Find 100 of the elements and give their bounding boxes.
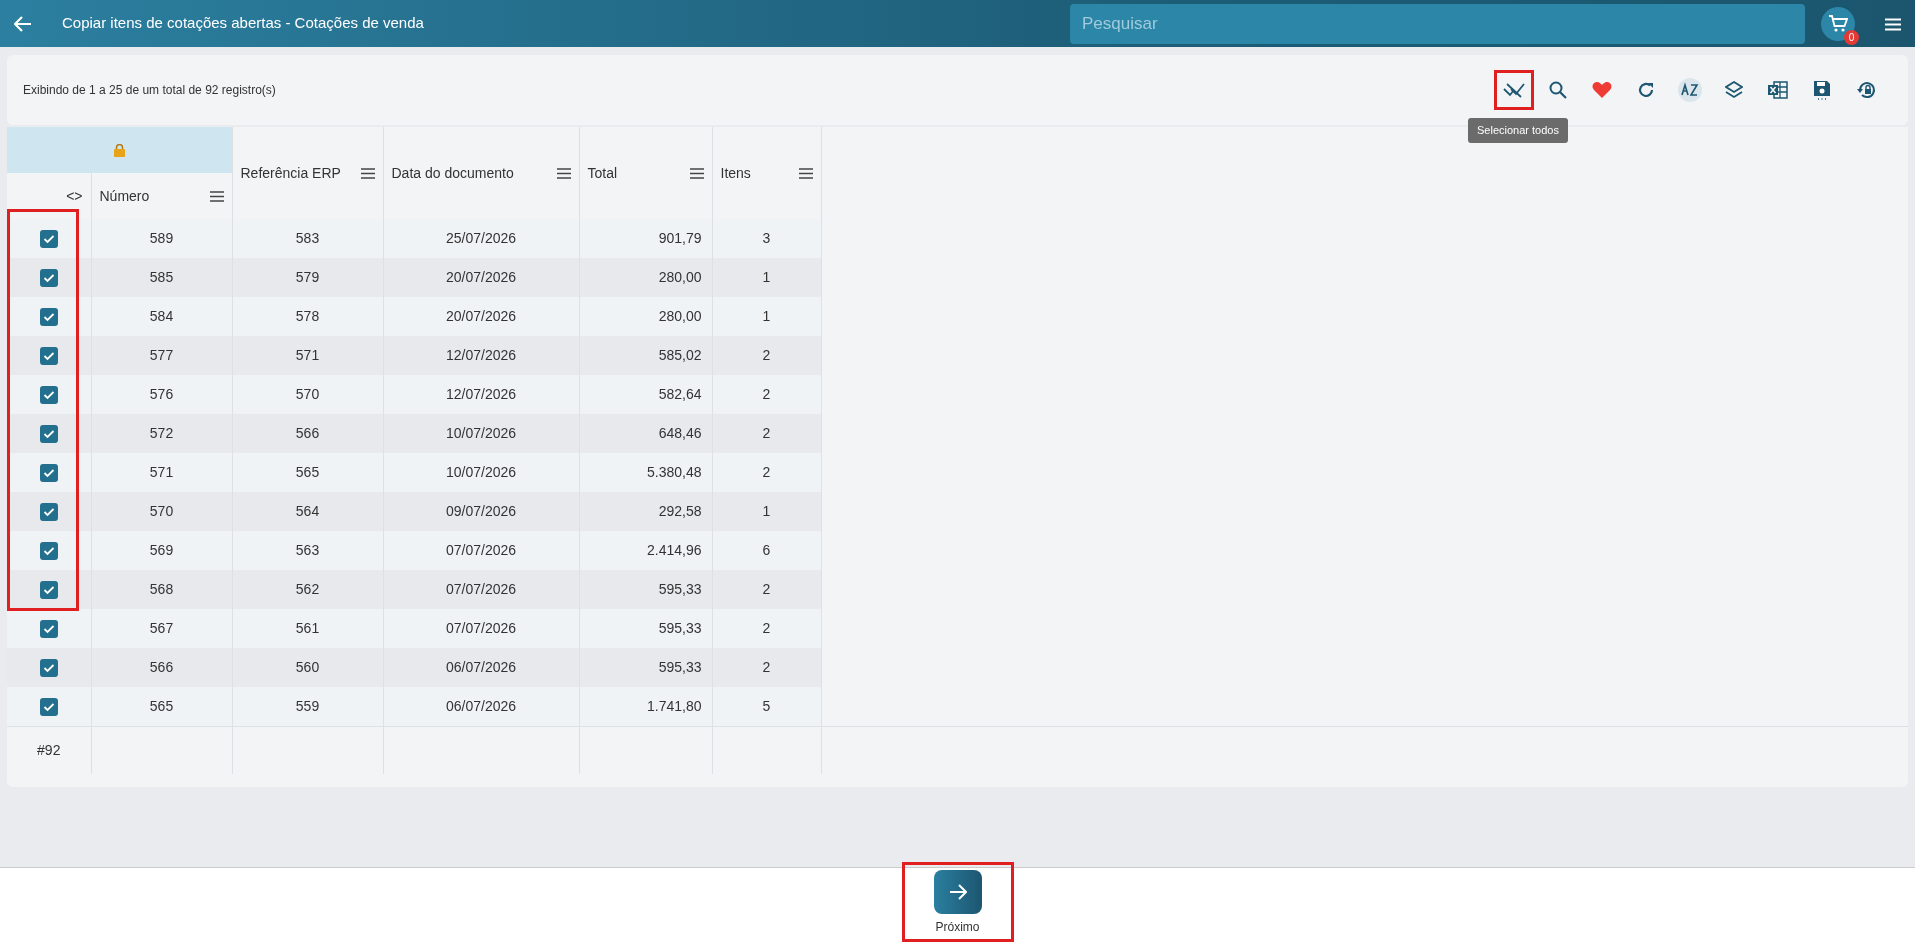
table-cell: 280,00 (658, 269, 702, 285)
table-cell: 561 (295, 620, 320, 636)
row-checkbox[interactable] (39, 386, 58, 405)
floppy-disk-icon (1813, 80, 1831, 100)
table-cell: 20/07/2026 (445, 308, 517, 324)
table-cell: 280,00 (658, 308, 702, 324)
table-cell: 2 (762, 425, 771, 441)
restore-lock-icon (1856, 81, 1876, 99)
table-cell: 566 (295, 425, 320, 441)
table-cell: 570 (295, 386, 320, 402)
row-checkbox[interactable] (39, 464, 58, 483)
row-checkbox[interactable] (39, 269, 58, 288)
table-cell: 2 (762, 464, 771, 480)
back-arrow-icon (14, 16, 32, 33)
column-header[interactable]: Itens (720, 162, 751, 184)
heart-icon (1592, 81, 1612, 99)
table-cell: 589 (149, 230, 174, 246)
cart-count-badge: 0 (1844, 29, 1859, 45)
table-cell: 2.414,96 (647, 542, 702, 558)
table-cell: 583 (295, 230, 320, 246)
table-cell: 584 (149, 308, 174, 324)
table-cell: 567 (149, 620, 174, 636)
layers-icon (1725, 81, 1743, 99)
column-menu-icon[interactable] (209, 190, 224, 202)
sort-az-icon (1678, 78, 1702, 102)
row-checkbox[interactable] (39, 230, 58, 249)
table-cell: 579 (295, 269, 320, 285)
table-cell: 5.380,48 (647, 464, 702, 480)
table-cell: 562 (295, 581, 320, 597)
column-menu-icon[interactable] (689, 167, 704, 179)
column-menu-icon[interactable] (556, 167, 571, 179)
records-summary: Exibindo de 1 a 25 de um total de 92 registro(s) (23, 82, 276, 99)
table-cell: 565 (295, 464, 320, 480)
table-cell: 1 (762, 269, 771, 285)
table-cell: 06/07/2026 (445, 659, 517, 675)
table-cell: 09/07/2026 (445, 503, 517, 519)
lock-icon (113, 144, 125, 158)
row-checkbox[interactable] (39, 698, 58, 717)
table-cell: 568 (149, 581, 174, 597)
row-checkbox[interactable] (39, 542, 58, 561)
spreadsheet-icon (1768, 81, 1788, 99)
table-cell: 2 (762, 386, 771, 402)
row-checkbox[interactable] (39, 425, 58, 444)
table-cell: 571 (295, 347, 320, 363)
table-cell: 25/07/2026 (445, 230, 517, 246)
table-cell: 6 (762, 542, 771, 558)
row-count: #92 (37, 741, 61, 758)
column-header[interactable]: Número (99, 185, 150, 207)
table-cell: 5 (762, 697, 771, 714)
row-checkbox[interactable] (39, 659, 58, 678)
table-cell: 12/07/2026 (445, 386, 517, 402)
column-menu-icon[interactable] (798, 167, 813, 179)
table-cell: 1.741,80 (647, 697, 702, 714)
table-cell: 07/07/2026 (445, 581, 517, 597)
table-cell: 582,64 (658, 386, 702, 402)
menu-icon (1885, 17, 1901, 31)
table-cell: 07/07/2026 (445, 542, 517, 558)
column-toggle[interactable]: <> (66, 187, 83, 204)
cart-icon (1828, 15, 1848, 34)
table-cell: 571 (149, 464, 174, 480)
table-cell: 560 (295, 659, 320, 675)
table-cell: 10/07/2026 (445, 464, 517, 480)
page-title: Copiar itens de cotações abertas - Cotações de venda (62, 13, 424, 34)
search-icon (1549, 81, 1567, 99)
table-cell: 2 (762, 581, 771, 597)
table-cell: 901,79 (658, 230, 702, 246)
column-menu-icon[interactable] (360, 167, 375, 179)
tooltip: Selecionar todos (1468, 118, 1568, 143)
table-cell: 577 (149, 347, 174, 363)
select-all-button[interactable] (1496, 72, 1532, 108)
column-header[interactable]: Total (587, 162, 618, 184)
table-cell: 1 (762, 503, 771, 519)
search-field[interactable]: Pesquisar (1070, 3, 1805, 44)
row-checkbox[interactable] (39, 581, 58, 600)
table-cell: 570 (149, 503, 174, 519)
table-cell: 563 (295, 542, 320, 558)
row-checkbox[interactable] (39, 347, 58, 366)
table-cell: 12/07/2026 (445, 347, 517, 363)
table-cell: 576 (149, 386, 174, 402)
table-cell: 595,33 (658, 581, 702, 597)
table-cell: 564 (295, 503, 320, 519)
table-cell: 07/07/2026 (445, 620, 517, 636)
table-cell: 585 (149, 269, 174, 285)
table-cell: 2 (762, 659, 771, 675)
table-cell: 06/07/2026 (445, 697, 517, 714)
column-header[interactable]: Data do documento (391, 162, 514, 184)
column-header[interactable]: Referência ERP (240, 162, 341, 184)
table-cell: 569 (149, 542, 174, 558)
row-checkbox[interactable] (39, 308, 58, 327)
table-cell: 585,02 (658, 347, 702, 363)
row-checkbox[interactable] (39, 503, 58, 522)
table-cell: 572 (149, 425, 174, 441)
table-cell: 578 (295, 308, 320, 324)
row-checkbox[interactable] (39, 620, 58, 639)
table-cell: 595,33 (658, 659, 702, 675)
table-cell: 648,46 (658, 425, 702, 441)
table-cell: 292,58 (658, 503, 702, 519)
table-cell: 10/07/2026 (445, 425, 517, 441)
refresh-icon (1637, 81, 1655, 99)
table-cell: 3 (762, 230, 771, 246)
